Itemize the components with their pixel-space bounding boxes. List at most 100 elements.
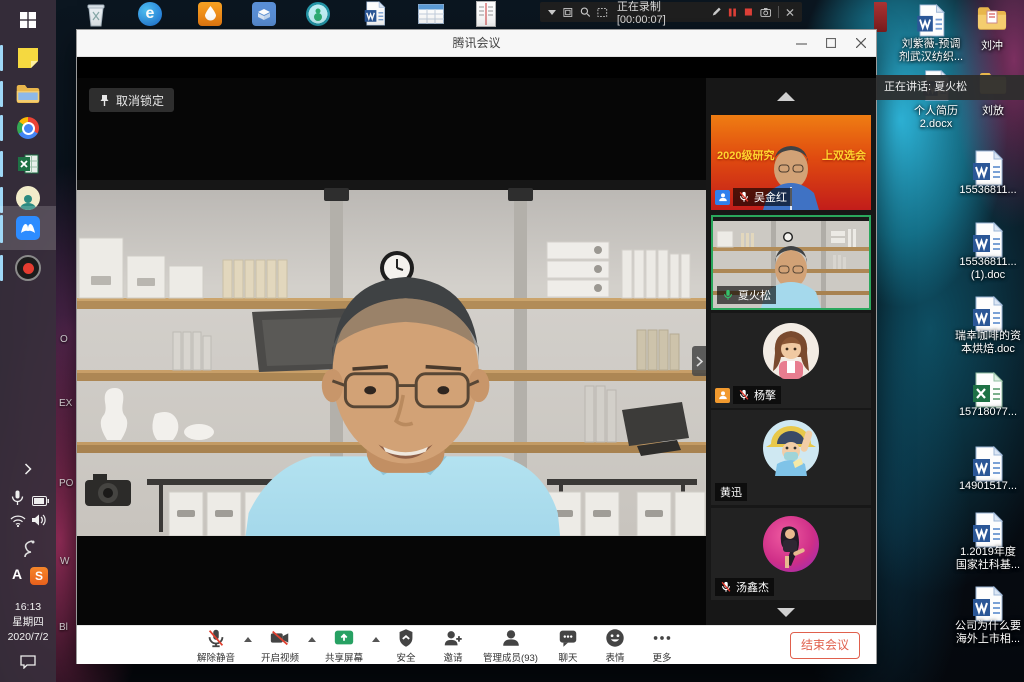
recorder-pencil-icon[interactable] [711,6,722,18]
participant-tile-huangxun[interactable]: 黄迅 [711,410,871,505]
share-screen-button[interactable]: 共享屏幕 [325,627,363,664]
cohost-badge-icon [715,388,730,403]
tencent-meeting-icon [16,216,40,240]
unmute-button[interactable]: 解除静音 [197,627,235,664]
recorder-region-icon[interactable] [597,7,608,18]
desktop-file-overseas-label: 公司为什么要 海外上市相... [940,620,1024,646]
spreadsheet-icon[interactable] [418,4,444,29]
flame-app-icon[interactable] [198,2,222,26]
mic-muted-icon [738,191,750,203]
taskbar-tencent-meeting[interactable] [0,210,56,246]
unpin-button[interactable]: 取消锁定 [89,88,174,112]
participant-tile-xiahuosong[interactable]: 夏火松 [711,215,871,310]
participant-tile-tangxinjie[interactable]: 汤鑫杰 [711,508,871,600]
invite-person-icon [442,627,464,649]
tray-pen-app-icon[interactable] [22,540,36,563]
participant-name: 杨擎 [754,387,776,403]
tray-battery-icon[interactable] [32,493,49,511]
taskbar-clock[interactable]: 16:13 星期四 2020/7/2 [0,600,56,645]
share-options-caret[interactable] [372,637,380,642]
speaker-video [77,180,706,536]
desktop-file-luckin-label: 瑞幸咖啡的资 本烘焙.doc [940,330,1024,356]
more-button[interactable]: 更多 [645,627,679,664]
video-options-caret[interactable] [308,637,316,642]
windows-logo-icon [20,12,36,28]
tray-sogou-input-icon[interactable]: S [30,567,48,585]
recorder-zoom-icon[interactable] [580,6,591,18]
box-app-icon[interactable] [252,2,276,26]
desktop-folder-liuchong[interactable] [977,6,1007,36]
taskbar-excel[interactable] [0,146,56,182]
round-app-icon[interactable] [306,2,330,26]
chat-button[interactable]: 聊天 [551,627,585,664]
action-center-button[interactable] [20,655,36,674]
taskbar: A S 16:13 星期四 2020/7/2 [0,0,56,682]
start-video-button[interactable]: 开启视频 [261,627,299,664]
tray-wifi-icon[interactable] [10,514,26,532]
mic-options-caret[interactable] [244,637,252,642]
start-button[interactable] [0,2,56,38]
recorder-pause-icon[interactable] [728,7,737,18]
action-center-icon [20,655,36,669]
chevron-right-icon [696,356,703,367]
desktop-label-fragment: W [60,556,69,567]
participant-tile-wujinhong[interactable]: 2020级研究 上双选会 吴金红 [711,115,871,210]
tray-expand-button[interactable] [24,462,32,480]
desktop-file-resume-label: 个人简历 2.docx [895,105,977,131]
folder-icon [16,84,40,104]
recorder-close-icon[interactable] [786,8,794,17]
edge-browser-icon[interactable]: e [138,2,162,26]
pin-icon [99,94,110,107]
document-icon[interactable] [476,1,496,32]
scroll-down-button[interactable] [777,608,795,617]
emoji-label: 表情 [605,650,624,664]
manage-members-button[interactable]: 管理成员(93) [483,627,538,664]
maximize-button[interactable] [816,30,846,56]
taskbar-sticky-notes[interactable] [0,40,56,76]
desktop-file-1571-excel-label: 15718077... [943,406,1024,419]
partial-file-icon[interactable] [874,2,887,32]
clock-date: 2020/7/2 [0,630,56,645]
desktop-file-liuziwei[interactable] [916,4,946,42]
excel-icon [17,153,39,175]
participant-tile-yangqing[interactable]: 杨擎 [711,313,871,408]
end-meeting-button[interactable]: 结束会议 [790,632,860,659]
scroll-up-button[interactable] [777,92,795,101]
taskbar-chrome[interactable] [0,110,56,146]
taskbar-recorder[interactable] [0,250,56,286]
minimize-button[interactable] [786,30,816,56]
desktop-folder-liufang-label: 刘放 [968,105,1018,118]
desktop-file-2019-label: 1.2019年度 国家社科基... [940,546,1024,572]
unmute-label: 解除静音 [197,650,235,664]
members-person-icon [500,627,522,649]
close-button[interactable] [846,30,876,56]
participants-sidebar: 2020级研究 上双选会 吴金红 [706,78,876,625]
clock-weekday: 星期四 [0,615,56,630]
mic-muted-icon [720,581,732,593]
security-button[interactable]: 安全 [389,627,423,664]
invite-button[interactable]: 邀请 [436,627,470,664]
tray-input-language[interactable]: A [12,566,22,582]
chevron-down-icon [777,608,795,617]
recorder-window-icon[interactable] [563,7,573,18]
unpin-label: 取消锁定 [116,92,164,109]
recorder-dropdown-icon[interactable] [548,10,556,15]
recycle-bin-icon[interactable] [84,2,108,33]
camera-off-icon [269,627,291,649]
tray-mic-icon[interactable] [11,490,24,511]
recorder-stop-icon[interactable] [744,7,753,17]
chat-bubble-icon [557,627,579,649]
recorder-camera-icon[interactable] [760,7,771,18]
word-doc-icon[interactable] [364,1,386,31]
tray-volume-icon[interactable] [32,513,47,532]
taskbar-file-explorer[interactable] [0,76,56,112]
emoji-button[interactable]: 表情 [598,627,632,664]
participant-avatar [763,516,819,572]
participant-name: 夏火松 [738,287,771,303]
desktop-file-1490-label: 14901517... [943,480,1024,493]
desktop-label-fragment: Bl [59,622,68,633]
mic-muted-icon [205,627,227,649]
collapse-sidebar-handle[interactable] [692,346,706,376]
start-video-label: 开启视频 [261,650,299,664]
window-title: 腾讯会议 [77,30,876,56]
